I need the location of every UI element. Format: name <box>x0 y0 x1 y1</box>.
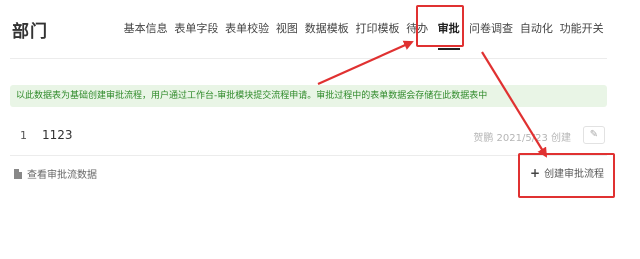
tab-todo[interactable]: 待办 <box>403 14 432 44</box>
plus-icon: + <box>530 165 541 180</box>
document-icon <box>14 168 22 179</box>
table-row[interactable]: 1 1123 贺鹏 2021/5/23 创建 ✎ <box>10 120 607 156</box>
tab-form-validation[interactable]: 表单校验 <box>222 14 273 44</box>
tab-approval[interactable]: 审批 <box>432 14 466 50</box>
page-title: 部门 <box>12 22 48 42</box>
tab-print-templates[interactable]: 打印模板 <box>352 14 403 44</box>
tab-basic-info[interactable]: 基本信息 <box>120 14 171 44</box>
create-approval-flow-button[interactable]: + 创建审批流程 <box>530 165 605 181</box>
info-banner: 以此数据表为基础创建审批流程，用户通过工作台-审批模块提交流程申请。审批过程中的… <box>10 85 607 107</box>
tab-views[interactable]: 视图 <box>273 14 302 44</box>
tab-data-templates[interactable]: 数据模板 <box>301 14 352 44</box>
arrow-to-approval-tab <box>317 40 414 86</box>
create-approval-flow-label: 创建审批流程 <box>544 169 605 180</box>
row-name[interactable]: 1123 <box>42 128 73 142</box>
row-index: 1 <box>20 129 27 142</box>
tab-automation[interactable]: 自动化 <box>516 14 556 44</box>
info-banner-text: 以此数据表为基础创建审批流程，用户通过工作台-审批模块提交流程申请。审批过程中的… <box>16 91 488 101</box>
row-created-meta: 贺鹏 2021/5/23 创建 <box>473 133 571 144</box>
header-divider <box>10 58 607 59</box>
view-approval-data-link[interactable]: 查看审批流数据 <box>14 166 97 181</box>
tab-survey[interactable]: 问卷调查 <box>466 14 517 44</box>
view-approval-data-label: 查看审批流数据 <box>27 170 97 181</box>
tab-bar: 基本信息 表单字段 表单校验 视图 数据模板 打印模板 待办 审批 问卷调查 自… <box>120 14 607 50</box>
edit-icon[interactable]: ✎ <box>583 126 605 144</box>
tab-form-fields[interactable]: 表单字段 <box>171 14 222 44</box>
tab-feature-switches[interactable]: 功能开关 <box>556 14 607 44</box>
